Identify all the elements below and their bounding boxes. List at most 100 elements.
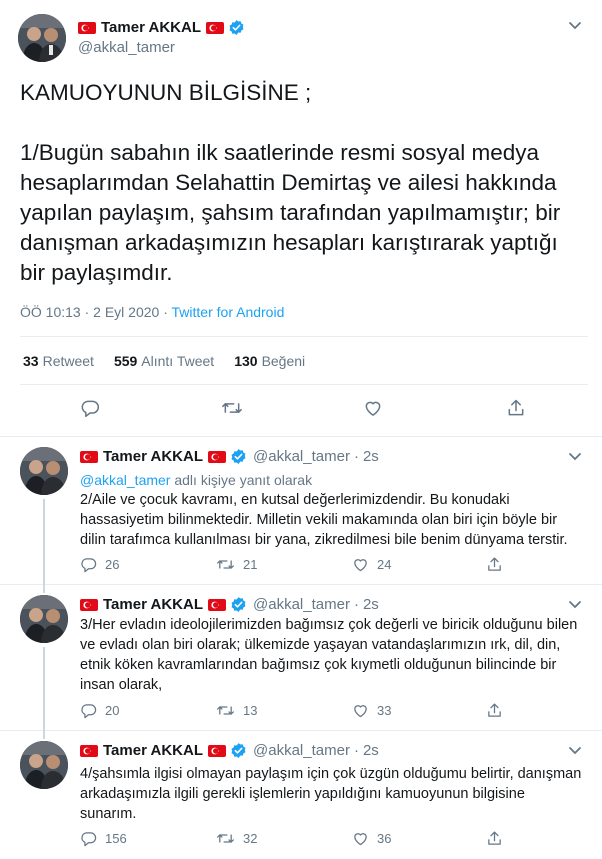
reply-actions: 156 32 36: [80, 830, 540, 850]
retweet-count: 13: [243, 703, 258, 718]
verified-badge-icon: [230, 448, 247, 465]
like-button[interactable]: 36: [352, 830, 391, 847]
share-icon[interactable]: [506, 398, 526, 418]
author-name-row[interactable]: Tamer AKKAL @akkal_tamer · 2s: [80, 596, 379, 613]
reply-actions: 20 13 33: [80, 702, 540, 722]
tweet-stats: 33 Retweet 559 Alıntı Tweet 130 Beğeni: [23, 353, 305, 369]
like-button[interactable]: 24: [352, 556, 391, 573]
retweet-stat[interactable]: 33 Retweet: [23, 353, 94, 369]
author-handle[interactable]: @akkal_tamer: [253, 596, 350, 613]
retweet-count: 21: [243, 557, 258, 572]
retweet-button[interactable]: 13: [216, 702, 257, 719]
tweet-source[interactable]: Twitter for Android: [172, 304, 285, 320]
thread-line: [43, 499, 45, 585]
share-icon[interactable]: [486, 556, 503, 573]
chevron-down-icon[interactable]: [568, 449, 582, 465]
turkey-flag-icon: [208, 450, 227, 463]
main-tweet: Tamer AKKAL @akkal_tamer KAMUOYUNUN BİLG…: [0, 0, 602, 437]
author-name: Tamer AKKAL: [103, 448, 204, 465]
reply-tweet[interactable]: Tamer AKKAL @akkal_tamer · 2s 3/Her evla…: [0, 585, 602, 731]
quote-stat[interactable]: 559 Alıntı Tweet: [114, 353, 214, 369]
reply-text: 4/şahsımla ilgisi olmayan paylaşım için …: [80, 766, 582, 822]
tweet-time[interactable]: ÖÖ 10:13: [20, 304, 81, 320]
author-name: Tamer AKKAL: [103, 742, 204, 759]
tweet-text: KAMUOYUNUN BİLGİSİNE ; 1/Bugün sabahın i…: [20, 78, 588, 288]
time-dot: ·: [353, 742, 359, 759]
reply-count: 26: [105, 557, 120, 572]
avatar[interactable]: [20, 741, 68, 789]
reply-text: 3/Her evladın ideolojilerimizden bağımsı…: [80, 617, 578, 693]
tweet-time[interactable]: 2s: [363, 448, 379, 465]
turkey-flag-icon: [208, 598, 227, 611]
heart-icon[interactable]: [363, 398, 383, 418]
share-icon[interactable]: [486, 702, 503, 719]
time-dot: ·: [353, 596, 359, 613]
tweet-text-body: 1/Bugün sabahın ilk saatlerinde resmi so…: [20, 140, 561, 285]
thread-line: [43, 731, 45, 739]
heart-icon: [352, 702, 369, 719]
author-handle[interactable]: @akkal_tamer: [253, 742, 350, 759]
like-stat[interactable]: 130 Beğeni: [234, 353, 305, 369]
chevron-down-icon[interactable]: [568, 743, 582, 759]
retweet-count: 32: [243, 831, 258, 846]
author-name-row[interactable]: Tamer AKKAL: [78, 19, 245, 36]
reply-to-label: adlı kişiye yanıt olarak: [174, 472, 313, 488]
verified-badge-icon: [230, 596, 247, 613]
reply-button[interactable]: 156: [80, 830, 127, 847]
reply-icon: [80, 830, 97, 847]
share-icon[interactable]: [486, 830, 503, 847]
verified-badge-icon: [230, 742, 247, 759]
tweet-date[interactable]: 2 Eyl 2020: [93, 304, 159, 320]
verified-badge-icon: [228, 19, 245, 36]
retweet-icon: [216, 702, 235, 719]
author-name: Tamer AKKAL: [103, 596, 204, 613]
author-name-row[interactable]: Tamer AKKAL @akkal_tamer · 2s: [80, 448, 379, 465]
tweet-time[interactable]: 2s: [363, 742, 379, 759]
reply-icon[interactable]: [80, 398, 100, 418]
reply-icon: [80, 702, 97, 719]
author-handle[interactable]: @akkal_tamer: [78, 39, 175, 56]
time-dot: ·: [353, 448, 359, 465]
heart-icon: [352, 556, 369, 573]
retweet-icon[interactable]: [221, 398, 243, 418]
thread-line: [43, 647, 45, 731]
retweet-button[interactable]: 32: [216, 830, 257, 847]
turkey-flag-icon: [206, 21, 225, 34]
reply-count: 20: [105, 703, 120, 718]
avatar[interactable]: [20, 595, 68, 643]
divider: [20, 384, 588, 385]
turkey-flag-icon: [208, 744, 227, 757]
like-count: 24: [377, 557, 392, 572]
divider: [20, 336, 588, 337]
turkey-flag-icon: [80, 450, 98, 463]
meta-separator: ·: [163, 304, 168, 320]
reply-tweet[interactable]: Tamer AKKAL @akkal_tamer · 2s @akkal_tam…: [0, 437, 602, 585]
turkey-flag-icon: [78, 21, 96, 34]
tweet-meta: ÖÖ 10:13 · 2 Eyl 2020 · Twitter for Andr…: [20, 304, 284, 320]
reply-button[interactable]: 20: [80, 702, 119, 719]
reply-button[interactable]: 26: [80, 556, 119, 573]
turkey-flag-icon: [80, 598, 98, 611]
reply-actions: 26 21 24: [80, 556, 540, 576]
like-count: 36: [377, 831, 392, 846]
retweet-icon: [216, 830, 235, 847]
heart-icon: [352, 830, 369, 847]
like-button[interactable]: 33: [352, 702, 391, 719]
tweet-text-heading: KAMUOYUNUN BİLGİSİNE ;: [20, 80, 312, 105]
reply-text: 2/Aile ve çocuk kavramı, en kutsal değer…: [80, 492, 568, 548]
like-count: 33: [377, 703, 392, 718]
chevron-down-icon[interactable]: [568, 18, 582, 34]
retweet-icon: [216, 556, 235, 573]
author-name-row[interactable]: Tamer AKKAL @akkal_tamer · 2s: [80, 742, 379, 759]
reply-context: @akkal_tamer adlı kişiye yanıt olarak: [80, 472, 312, 488]
reply-tweet[interactable]: Tamer AKKAL @akkal_tamer · 2s 4/şahsımla…: [0, 731, 602, 859]
avatar[interactable]: [18, 14, 66, 62]
author-handle[interactable]: @akkal_tamer: [253, 448, 350, 465]
avatar[interactable]: [20, 447, 68, 495]
reply-to-mention[interactable]: @akkal_tamer: [80, 472, 170, 488]
author-name: Tamer AKKAL: [101, 19, 202, 36]
chevron-down-icon[interactable]: [568, 597, 582, 613]
thread-line: [43, 585, 45, 593]
tweet-time[interactable]: 2s: [363, 596, 379, 613]
retweet-button[interactable]: 21: [216, 556, 257, 573]
